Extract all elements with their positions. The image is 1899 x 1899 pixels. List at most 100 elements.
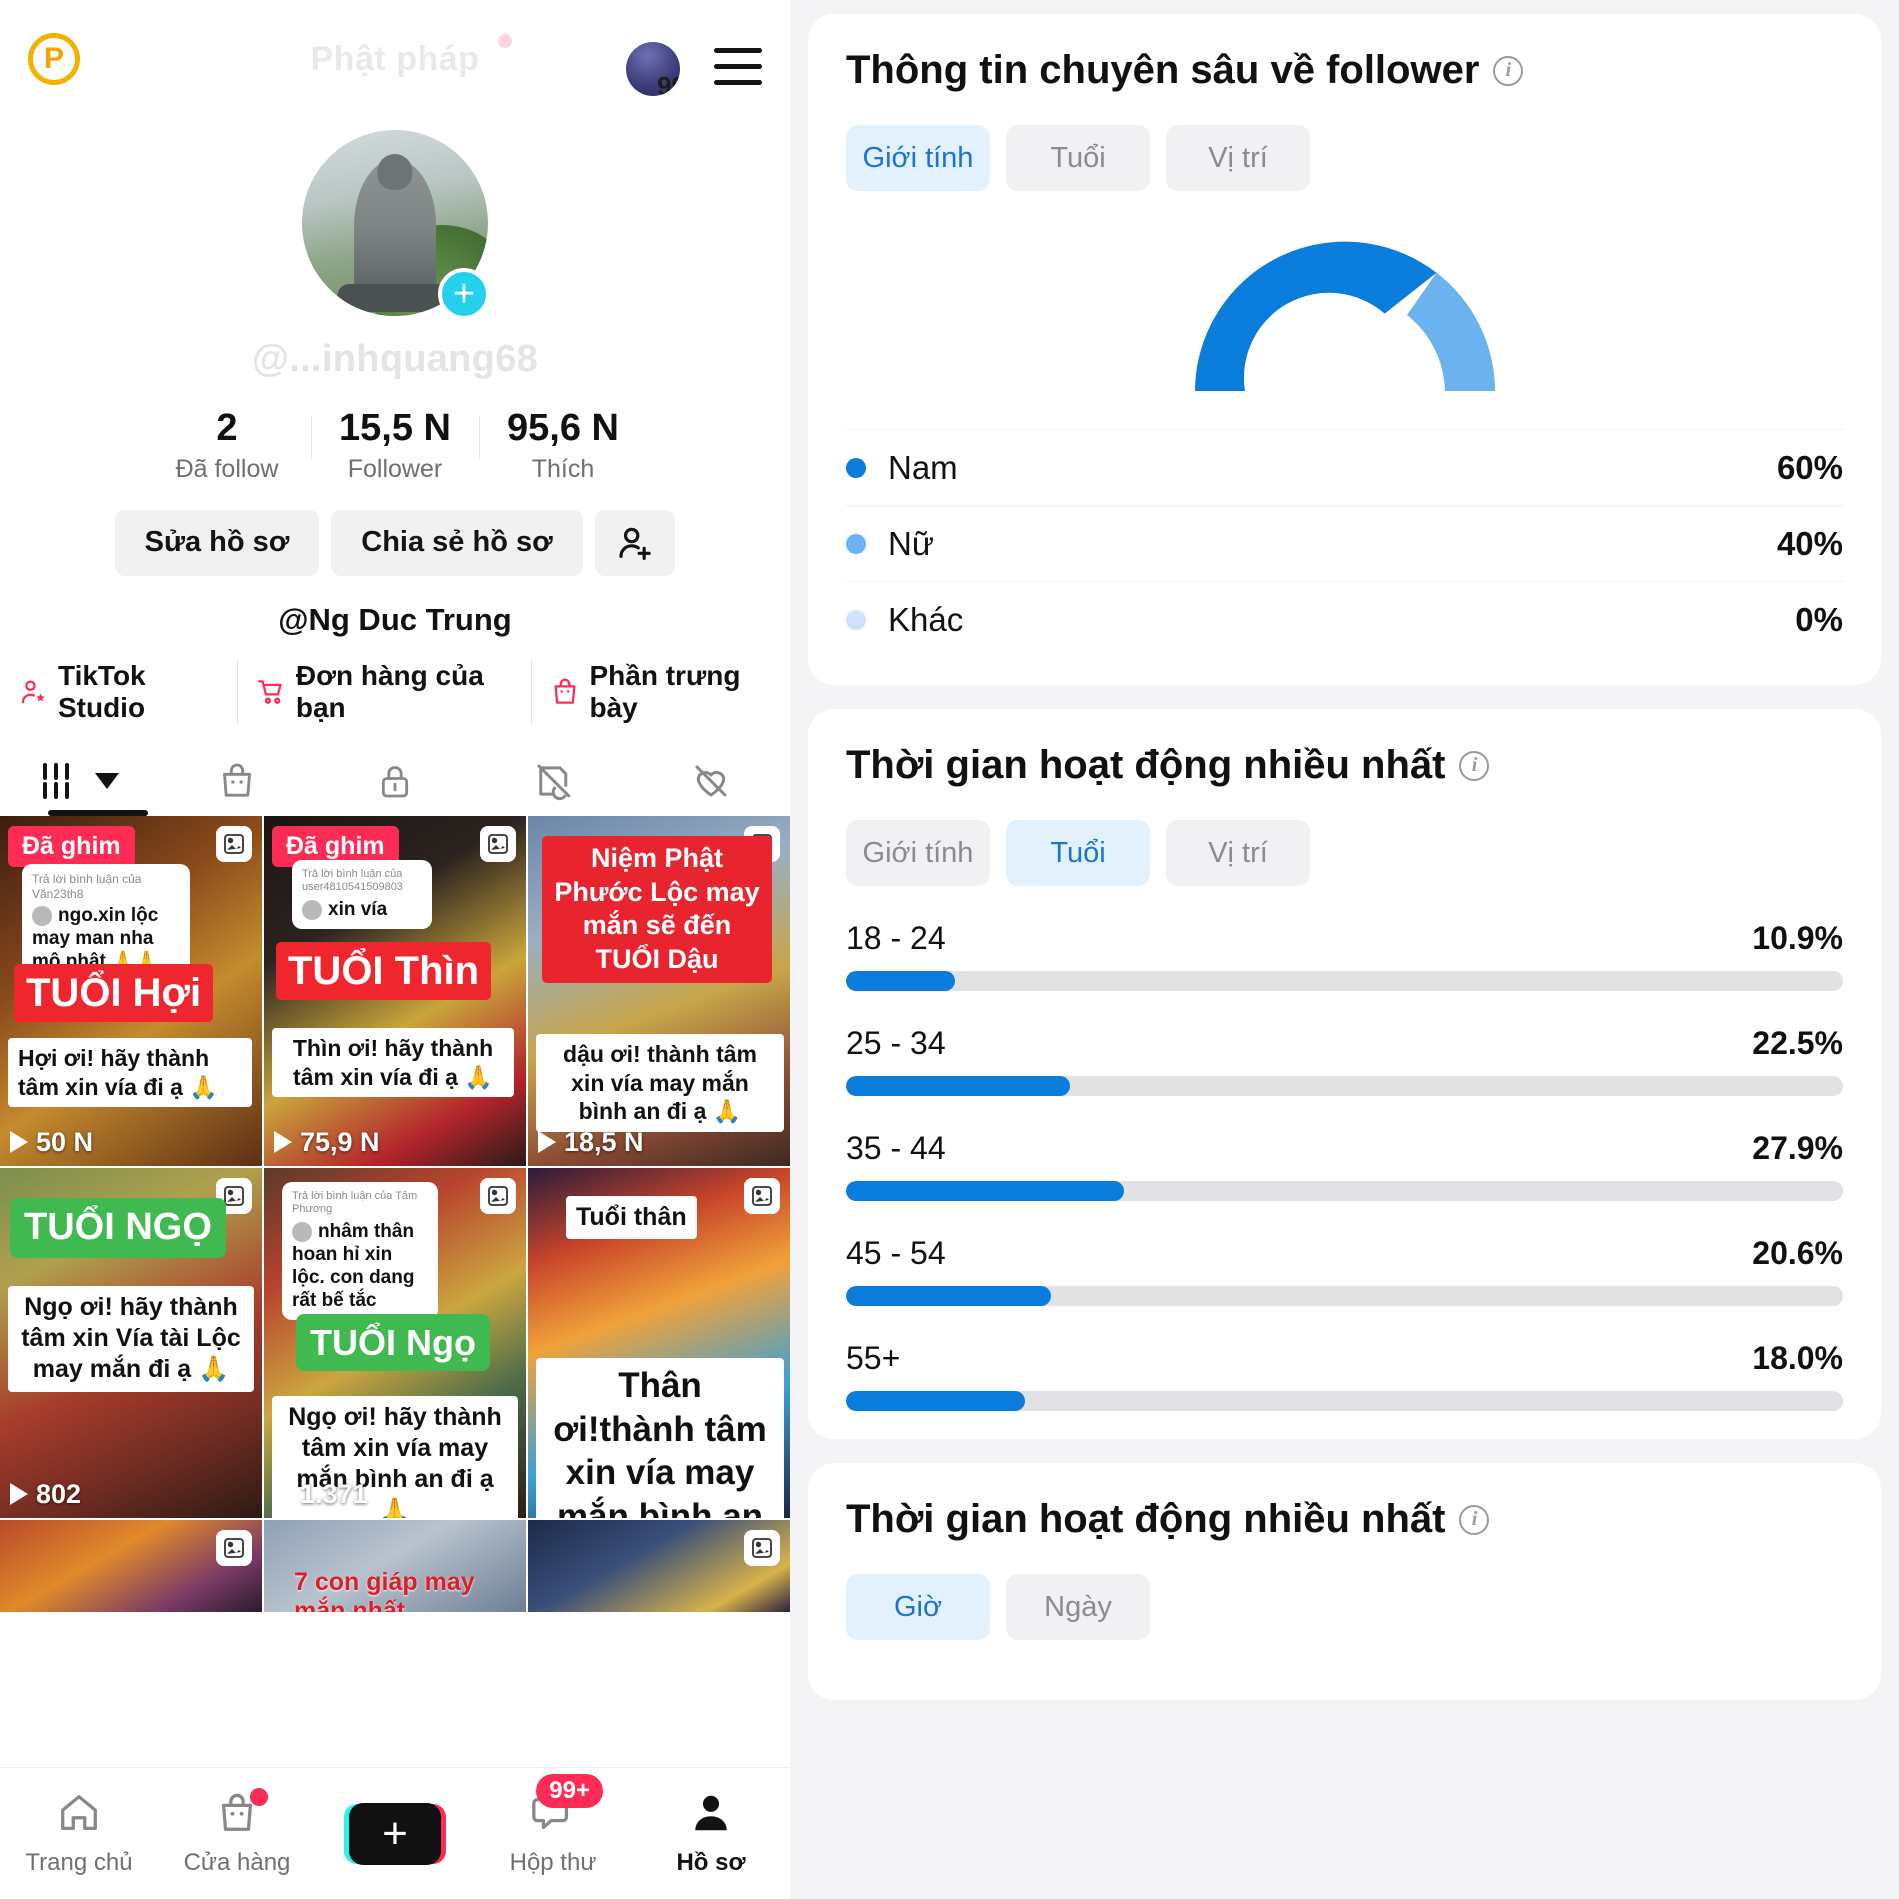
legend-label: Khác — [888, 600, 964, 638]
tab-repost[interactable] — [474, 746, 632, 816]
segment-gender[interactable]: Giới tính — [846, 125, 990, 191]
photo-icon — [480, 1177, 516, 1214]
age-range-label: 45 - 54 — [846, 1235, 946, 1271]
comment-text: xin vía — [328, 898, 388, 920]
grid-posts-icon — [43, 762, 69, 799]
share-profile-button[interactable]: Chia sẻ hồ sơ — [331, 509, 583, 576]
comment-author: Trả lời bình luận của Tâm Phương — [292, 1189, 418, 1216]
video-cell[interactable] — [0, 1519, 262, 1612]
stat-following[interactable]: 2 Đã follow — [143, 407, 311, 484]
shop-bag-icon — [553, 678, 575, 704]
view-count-value: 18,5 N — [564, 1126, 644, 1157]
repost-off-icon — [537, 764, 571, 800]
avatar-badge[interactable]: 99 — [626, 42, 680, 96]
age-bar-row: 45 - 54 20.6% — [846, 1235, 1843, 1306]
nav-profile[interactable]: Hồ sơ — [632, 1790, 790, 1877]
age-bar-row: 18 - 24 10.9% — [846, 920, 1843, 991]
segment-age[interactable]: Tuổi — [1006, 820, 1150, 886]
tiktok-profile-panel: P Phật pháp 99 + @...inhquang68 2 Đã fol… — [0, 0, 790, 1899]
play-icon — [274, 1483, 292, 1506]
video-cell[interactable]: Niệm Phật Phước Lộc may mắn sẽ đến TUỔI … — [528, 815, 790, 1166]
nav-home[interactable]: Trang chủ — [0, 1790, 158, 1877]
segment-age[interactable]: Tuổi — [1006, 125, 1150, 191]
play-icon — [10, 1483, 28, 1506]
profile-actions: Sửa hồ sơ Chia sẻ hồ sơ — [0, 509, 790, 576]
legend-value: 60% — [1776, 448, 1843, 486]
profile-topbar: P Phật pháp 99 — [0, 0, 790, 118]
age-bar-track — [846, 971, 1843, 991]
stat-value: 2 — [216, 407, 238, 449]
stat-likes[interactable]: 95,6 N Thích — [479, 408, 647, 484]
video-cell[interactable] — [528, 1519, 790, 1612]
display-name: @Ng Duc Trung — [278, 601, 512, 637]
segment-location[interactable]: Vị trí — [1166, 125, 1310, 191]
hamburger-icon[interactable] — [714, 48, 762, 85]
info-icon[interactable]: i — [1459, 750, 1490, 781]
segmented-control: Giới tính Tuổi Vị trí — [846, 820, 1843, 886]
legend-row-nam: Nam 60% — [846, 429, 1843, 505]
age-bar-fill — [846, 1286, 1052, 1306]
create-icon[interactable]: + — [349, 1802, 441, 1865]
video-cell[interactable]: Tuổi thân Thân ơi!thành tâm xin vía may … — [528, 1167, 790, 1518]
video-cell[interactable]: Đã ghim Trả lời bình luận của Văn23th8 n… — [0, 815, 262, 1166]
analytics-panel: Thông tin chuyên sâu về follower i Giới … — [790, 0, 1899, 1899]
shop-notification-dot — [250, 1788, 268, 1806]
video-cell[interactable]: Đã ghim Trả lời bình luận của user481054… — [264, 815, 526, 1166]
segment-day[interactable]: Ngày — [1006, 1574, 1150, 1640]
legend-value: 40% — [1776, 524, 1843, 562]
photo-icon — [744, 1177, 780, 1214]
video-caption-overlay: Hợi ơi! hãy thành tâm xin vía đi ạ 🙏 — [8, 1037, 252, 1108]
comment-overlay: Trả lời bình luận của user4810541509803 … — [292, 859, 432, 929]
tab-private[interactable] — [316, 746, 474, 816]
nav-shop[interactable]: Cửa hàng — [158, 1788, 316, 1877]
nav-inbox[interactable]: 99+ Hộp thư — [474, 1774, 632, 1877]
video-tag-overlay: Tuổi thân — [566, 1195, 697, 1240]
time-activity-card: Thời gian hoạt động nhiều nhất i Giờ Ngà… — [808, 1463, 1881, 1700]
view-count: 50 N — [10, 1127, 93, 1158]
tab-posts[interactable] — [0, 746, 158, 816]
legend-row-khac: Khác 0% — [846, 581, 1843, 657]
video-cell[interactable]: Trả lời bình luận của Tâm Phương nhâm th… — [264, 1167, 526, 1518]
segmented-control: Giờ Ngày — [846, 1574, 1843, 1640]
age-pct: 10.9% — [1752, 920, 1843, 956]
gauge-svg — [1194, 241, 1495, 391]
view-count-value: 802 — [36, 1478, 82, 1509]
nav-label: Cửa hàng — [183, 1849, 291, 1876]
chevron-down-icon[interactable] — [95, 772, 119, 789]
plus-icon[interactable]: + — [438, 268, 490, 320]
video-title-overlay: TUỔI Ngọ — [296, 1313, 490, 1372]
age-range-label: 35 - 44 — [846, 1130, 946, 1166]
nav-label: Trang chủ — [25, 1849, 133, 1876]
person-add-icon — [619, 527, 651, 560]
video-title-overlay: 7 con giáp may mắn nhất — [294, 1567, 475, 1612]
segment-gender[interactable]: Giới tính — [846, 820, 990, 886]
age-bar-track — [846, 1286, 1843, 1306]
profile-icon — [695, 1795, 727, 1831]
stat-followers[interactable]: 15,5 N Follower — [311, 408, 479, 484]
shortcut-showcase[interactable]: Phần trưng bày — [530, 659, 791, 724]
view-count-value: 1.371 — [300, 1478, 368, 1509]
photo-icon — [216, 825, 252, 862]
profile-handle: @...inhquang68 — [251, 338, 539, 380]
nav-create[interactable]: + — [316, 1802, 474, 1865]
segment-hour[interactable]: Giờ — [846, 1574, 990, 1640]
info-icon[interactable]: i — [1459, 1504, 1490, 1535]
video-cell[interactable]: 7 con giáp may mắn nhất — [264, 1519, 526, 1612]
info-icon[interactable]: i — [1493, 55, 1524, 86]
shopping-bag-icon — [223, 763, 251, 797]
video-cell[interactable]: TUỔI NGỌ Ngọ ơi! hãy thành tâm xin Vía t… — [0, 1167, 262, 1518]
age-bar-fill — [846, 1181, 1125, 1201]
add-friend-button[interactable] — [595, 509, 675, 576]
segment-location[interactable]: Vị trí — [1166, 820, 1310, 886]
view-count: 1.371 — [274, 1479, 368, 1510]
nav-label: Hộp thư — [509, 1849, 597, 1876]
video-caption-overlay: dậu ơi! thành tâm xin vía may mắn bình a… — [536, 1033, 784, 1133]
age-bar-row: 55+ 18.0% — [846, 1340, 1843, 1411]
tab-shop[interactable] — [158, 746, 316, 816]
tab-liked[interactable] — [632, 746, 790, 816]
notification-dot — [498, 34, 512, 48]
edit-profile-button[interactable]: Sửa hồ sơ — [115, 509, 319, 576]
shortcut-tiktok-studio[interactable]: TikTok Studio — [0, 660, 237, 724]
avatar[interactable]: + — [302, 130, 490, 320]
shortcut-orders[interactable]: Đơn hàng của bạn — [236, 659, 531, 724]
